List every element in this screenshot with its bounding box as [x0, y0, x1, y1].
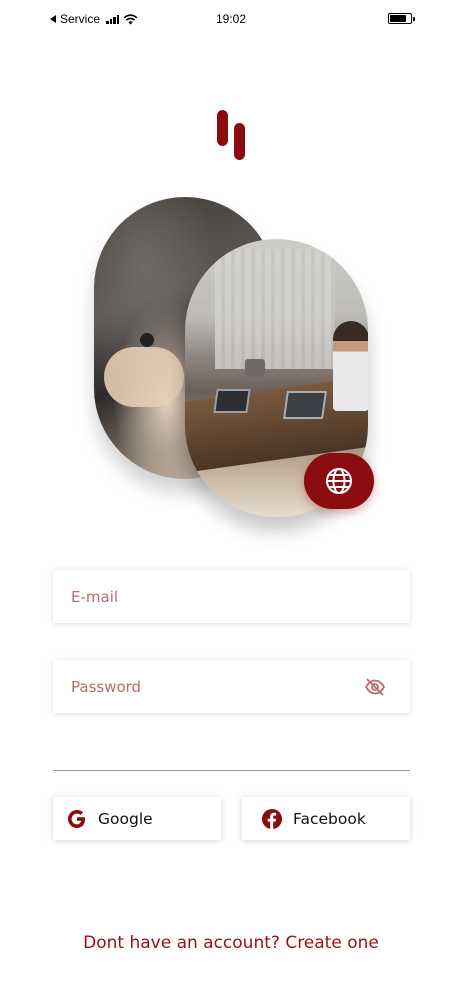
password-field-container: [53, 660, 410, 713]
google-signin-button[interactable]: Google: [53, 797, 221, 840]
email-field-container: [53, 570, 410, 623]
globe-icon: [326, 468, 352, 494]
email-field[interactable]: [53, 570, 410, 623]
password-field[interactable]: [53, 660, 410, 713]
app-logo: [217, 110, 245, 160]
hero-image-group: [90, 195, 380, 530]
facebook-label: Facebook: [293, 809, 366, 828]
language-button[interactable]: [304, 453, 374, 509]
create-account-link[interactable]: Dont have an account? Create one: [0, 933, 462, 953]
status-bar: Service 19:02: [0, 0, 462, 40]
google-label: Google: [98, 809, 153, 828]
facebook-icon: [262, 808, 282, 829]
battery-icon: [388, 13, 415, 24]
google-icon: [68, 809, 85, 828]
facebook-signin-button[interactable]: Facebook: [242, 797, 410, 840]
eye-slash-icon[interactable]: [364, 677, 386, 697]
divider: [53, 770, 410, 771]
